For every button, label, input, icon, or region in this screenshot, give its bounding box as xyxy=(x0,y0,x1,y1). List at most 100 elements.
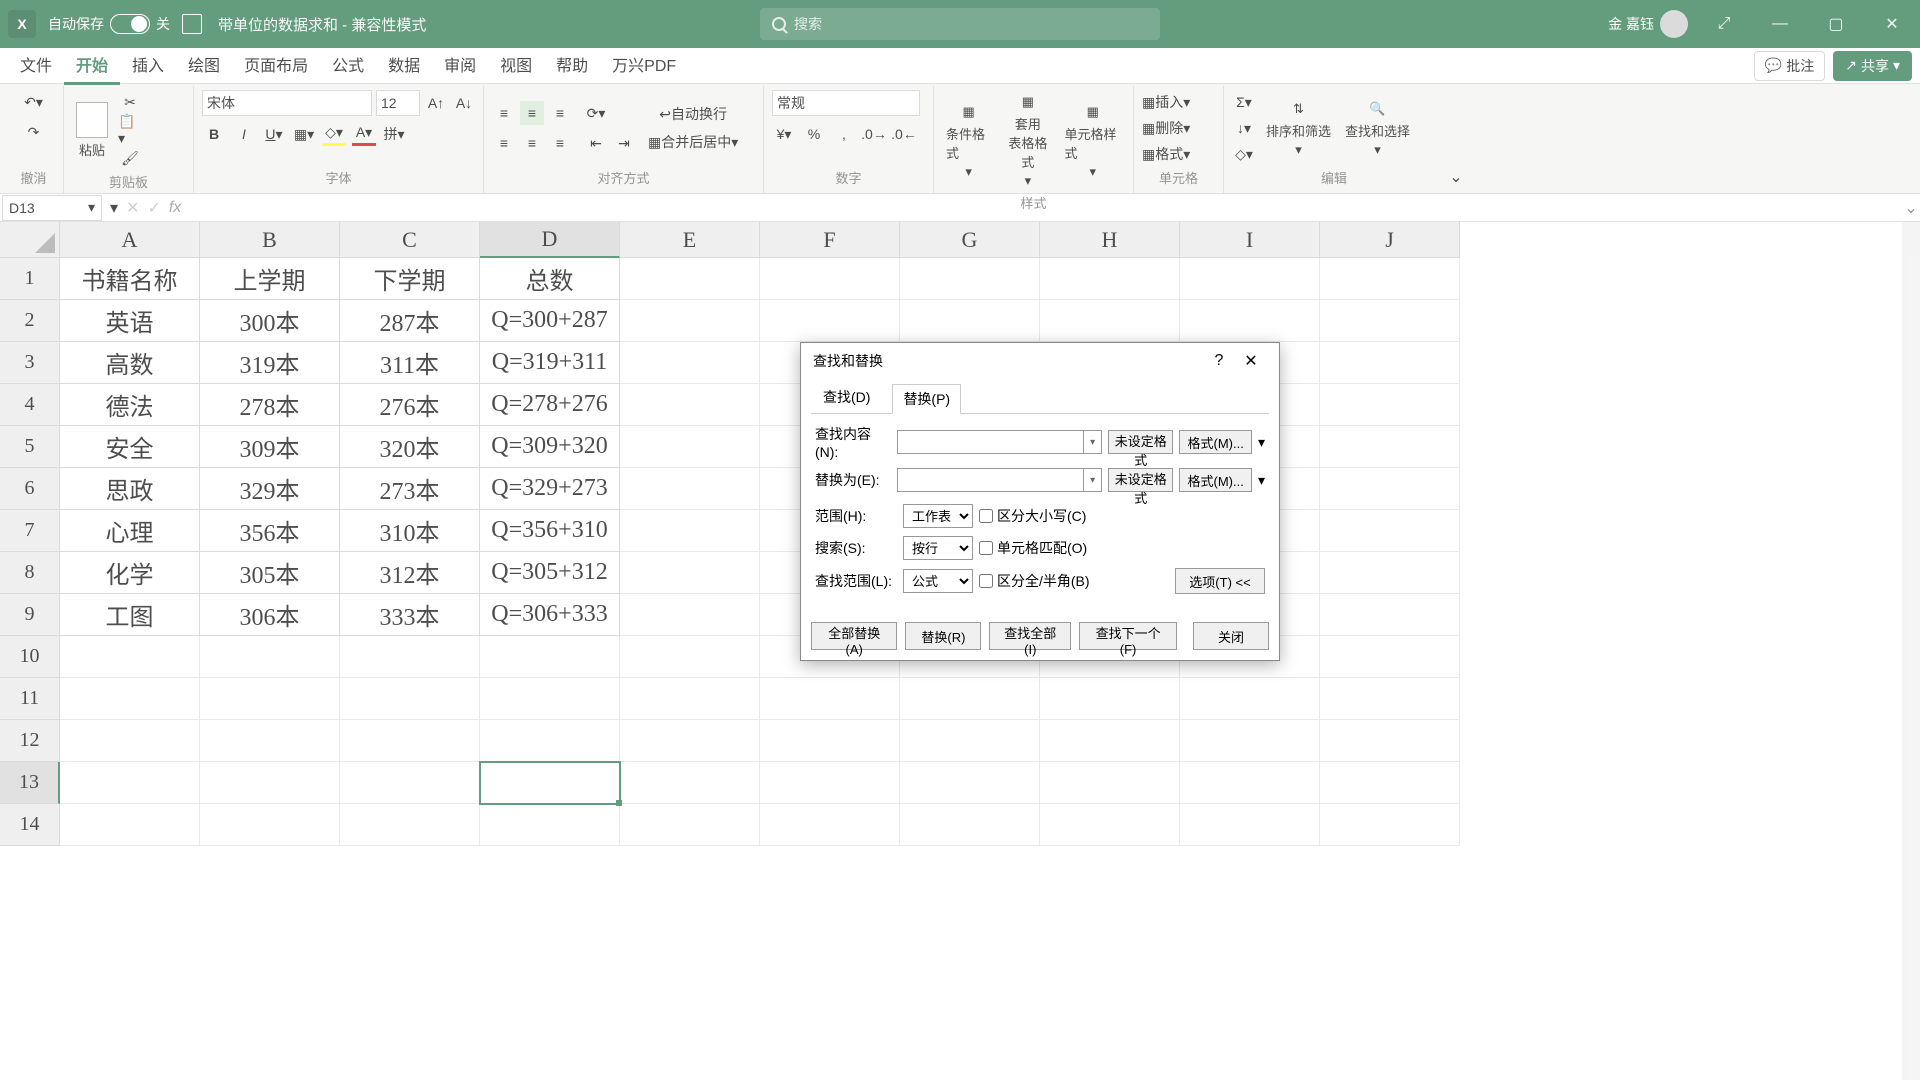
number-format-select[interactable] xyxy=(772,90,920,116)
phonetic-button[interactable]: 拼▾ xyxy=(382,122,406,146)
close-window-icon[interactable]: ✕ xyxy=(1872,4,1912,44)
fx-icon[interactable]: fx xyxy=(169,199,181,217)
match-case-checkbox[interactable] xyxy=(979,509,993,523)
percent-button[interactable]: % xyxy=(802,122,826,146)
fill-color-button[interactable]: ◇▾ xyxy=(322,122,346,146)
menu-插入[interactable]: 插入 xyxy=(120,46,176,85)
sort-filter-button[interactable]: ⇅排序和筛选▾ xyxy=(1262,97,1335,160)
row-header-10[interactable]: 10 xyxy=(0,636,60,678)
find-next-button[interactable]: 查找下一个(F) xyxy=(1079,622,1177,650)
cell-D8[interactable]: Q=305+312 xyxy=(480,552,620,594)
conditional-format-button[interactable]: ▦条件格式▾ xyxy=(942,100,995,182)
cell-J10[interactable] xyxy=(1320,636,1460,678)
cell-I12[interactable] xyxy=(1180,720,1320,762)
row-header-8[interactable]: 8 xyxy=(0,552,60,594)
cell-D14[interactable] xyxy=(480,804,620,846)
cell-C14[interactable] xyxy=(340,804,480,846)
share-button[interactable]: ↗ 共享 ▾ xyxy=(1833,51,1912,81)
cell-D11[interactable] xyxy=(480,678,620,720)
cell-B13[interactable] xyxy=(200,762,340,804)
cell-F11[interactable] xyxy=(760,678,900,720)
menu-万兴PDF[interactable]: 万兴PDF xyxy=(600,46,688,85)
cell-B12[interactable] xyxy=(200,720,340,762)
cell-C11[interactable] xyxy=(340,678,480,720)
decrease-decimal-button[interactable]: .0← xyxy=(892,122,916,146)
copy-button[interactable]: 📋▾ xyxy=(118,118,142,142)
vertical-scrollbar[interactable] xyxy=(1902,222,1920,1080)
menu-审阅[interactable]: 审阅 xyxy=(432,46,488,85)
border-button[interactable]: ▦▾ xyxy=(292,122,316,146)
within-select[interactable]: 工作表 xyxy=(903,504,973,528)
cell-E10[interactable] xyxy=(620,636,760,678)
find-history-dropdown[interactable]: ▾ xyxy=(1084,430,1102,454)
cell-J8[interactable] xyxy=(1320,552,1460,594)
align-left-button[interactable]: ≡ xyxy=(492,131,516,155)
expand-formula-bar-icon[interactable]: ⌄ xyxy=(1902,198,1920,218)
dialog-help-icon[interactable]: ? xyxy=(1203,352,1235,370)
column-header-G[interactable]: G xyxy=(900,222,1040,258)
cell-H1[interactable] xyxy=(1040,258,1180,300)
row-header-1[interactable]: 1 xyxy=(0,258,60,300)
cell-F1[interactable] xyxy=(760,258,900,300)
insert-cells-button[interactable]: ▦ 插入 ▾ xyxy=(1142,90,1190,114)
column-header-C[interactable]: C xyxy=(340,222,480,258)
cell-C6[interactable]: 273本 xyxy=(340,468,480,510)
formula-dropdown-icon[interactable]: ▾ xyxy=(110,198,118,218)
cell-B5[interactable]: 309本 xyxy=(200,426,340,468)
cell-D9[interactable]: Q=306+333 xyxy=(480,594,620,636)
menu-绘图[interactable]: 绘图 xyxy=(176,46,232,85)
cell-C8[interactable]: 312本 xyxy=(340,552,480,594)
cell-I2[interactable] xyxy=(1180,300,1320,342)
row-header-13[interactable]: 13 xyxy=(0,762,60,804)
cell-B11[interactable] xyxy=(200,678,340,720)
cell-I1[interactable] xyxy=(1180,258,1320,300)
cell-E4[interactable] xyxy=(620,384,760,426)
font-size-select[interactable] xyxy=(376,90,420,116)
bold-button[interactable]: B xyxy=(202,122,226,146)
tab-find[interactable]: 查找(D) xyxy=(813,383,880,413)
cell-D13[interactable] xyxy=(480,762,620,804)
increase-indent-button[interactable]: ⇥ xyxy=(612,131,636,155)
row-header-2[interactable]: 2 xyxy=(0,300,60,342)
cell-D3[interactable]: Q=319+311 xyxy=(480,342,620,384)
dialog-close-icon[interactable]: ✕ xyxy=(1235,351,1267,371)
find-select-button[interactable]: 🔍查找和选择▾ xyxy=(1341,97,1414,160)
maximize-icon[interactable]: ▢ xyxy=(1816,4,1856,44)
cell-C7[interactable]: 310本 xyxy=(340,510,480,552)
cell-G12[interactable] xyxy=(900,720,1040,762)
cell-E8[interactable] xyxy=(620,552,760,594)
orientation-button[interactable]: ⟳▾ xyxy=(584,101,608,125)
menu-开始[interactable]: 开始 xyxy=(64,46,120,85)
align-center-button[interactable]: ≡ xyxy=(520,131,544,155)
cell-C5[interactable]: 320本 xyxy=(340,426,480,468)
cell-E12[interactable] xyxy=(620,720,760,762)
match-entire-cell-checkbox[interactable] xyxy=(979,541,993,555)
find-what-input[interactable] xyxy=(897,430,1084,454)
cell-A2[interactable]: 英语 xyxy=(60,300,200,342)
cell-C1[interactable]: 下学期 xyxy=(340,258,480,300)
name-box[interactable]: D13▾ xyxy=(2,195,102,221)
wrap-text-button[interactable]: ↩ 自动换行 xyxy=(648,102,738,126)
cell-A12[interactable] xyxy=(60,720,200,762)
cell-H14[interactable] xyxy=(1040,804,1180,846)
cell-D10[interactable] xyxy=(480,636,620,678)
cell-E6[interactable] xyxy=(620,468,760,510)
cell-D7[interactable]: Q=356+310 xyxy=(480,510,620,552)
cell-A14[interactable] xyxy=(60,804,200,846)
cell-A8[interactable]: 化学 xyxy=(60,552,200,594)
autosum-button[interactable]: Σ▾ xyxy=(1232,90,1256,114)
replace-format-button[interactable]: 格式(M)... xyxy=(1179,468,1252,492)
cell-E5[interactable] xyxy=(620,426,760,468)
save-icon[interactable] xyxy=(182,14,202,34)
column-header-F[interactable]: F xyxy=(760,222,900,258)
cell-J7[interactable] xyxy=(1320,510,1460,552)
cell-F12[interactable] xyxy=(760,720,900,762)
format-as-table-button[interactable]: ▦套用 表格格式▾ xyxy=(1001,90,1054,191)
menu-文件[interactable]: 文件 xyxy=(8,46,64,85)
row-header-14[interactable]: 14 xyxy=(0,804,60,846)
cell-C3[interactable]: 311本 xyxy=(340,342,480,384)
column-header-B[interactable]: B xyxy=(200,222,340,258)
cell-E1[interactable] xyxy=(620,258,760,300)
cell-B8[interactable]: 305本 xyxy=(200,552,340,594)
cell-A3[interactable]: 高数 xyxy=(60,342,200,384)
